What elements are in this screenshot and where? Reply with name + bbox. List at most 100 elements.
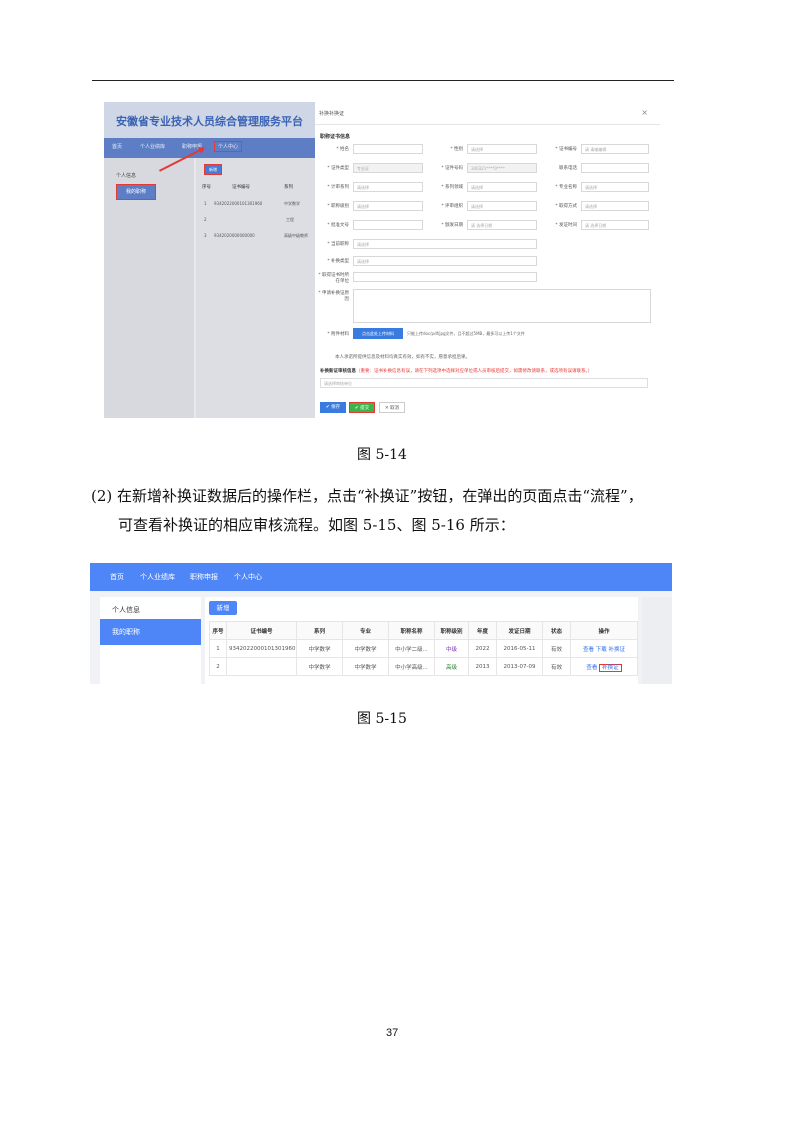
view-link[interactable]: 查看 [583, 647, 594, 653]
gender-select[interactable]: 请选择 [467, 144, 537, 154]
caption-figure-5-15: 图 5-15 [357, 711, 407, 727]
label-region: * 补换类型 [327, 259, 349, 264]
table-row: 2 中学数学 中学数学 中小学高级... 高级 2013 2013-07-09 … [209, 657, 638, 676]
title-list-panel: 新增 序号 证书编号 系列 专业 职称名称 职称级别 年度 发证日期 状态 操作 [205, 597, 638, 684]
id-type-select[interactable]: 专业证 [353, 163, 423, 173]
row3-series: 高级中级教师 [284, 233, 308, 238]
review-org-select[interactable]: 请选择 [467, 201, 537, 211]
nav-personal-center[interactable]: 个人中心 [214, 141, 243, 152]
label-series: * 计审系列 [327, 185, 349, 190]
nav-bar: 首页 个人业绩库 职称申报 个人中心 [104, 138, 315, 158]
audit-note: （重要：证书补换信息有误，请在下列选项中选择对应单位或人员审核后提交，如需修改请… [356, 369, 593, 374]
col-header-series: 系列 [284, 185, 293, 190]
level-select[interactable]: 请选择 [353, 201, 423, 211]
commitment-checkbox[interactable]: 本人承诺所提供信息及材料均真实有效，如有不实，愿意承担后果。 [335, 354, 470, 360]
label-major: * 专业名称 [555, 185, 577, 190]
row1-series: 中学数学 [284, 201, 300, 206]
profession-select[interactable]: 请选择 [467, 182, 537, 192]
upload-hint: 只能上传doc/pdf/jpg文件，且不超过5MB，最多可以上传1个文件 [407, 331, 525, 336]
col-header-ops: 操作 [570, 621, 638, 640]
col-header-major: 专业 [342, 621, 389, 640]
label-id-no: * 证件号码 [441, 166, 463, 171]
sidebar: 个人信息 我的职称 [104, 158, 194, 418]
nav-personal-center[interactable]: 个人中心 [234, 572, 262, 582]
office-select[interactable]: 请选择 [353, 239, 537, 249]
figure-5-14-screenshot: 安徽省专业技术人员综合管理服务平台 首页 个人业绩库 职称申报 个人中心 个人信… [104, 102, 660, 418]
cancel-button[interactable]: ✕ 取消 [379, 402, 405, 413]
platform-banner: 安徽省专业技术人员综合管理服务平台 [104, 102, 315, 138]
col-header-date: 发证日期 [496, 621, 543, 640]
cell-status: 有效 [542, 639, 571, 658]
cell-series: 中学数学 [296, 639, 343, 658]
org-input[interactable] [353, 272, 537, 282]
col-header-status: 状态 [542, 621, 571, 640]
submit-button[interactable]: ✔ 提交 [349, 402, 375, 413]
audit-title: 补换新证审核信息 [320, 369, 356, 374]
col-header-no: 序号 [209, 621, 227, 640]
series-select[interactable]: 请选择 [353, 182, 423, 192]
label-review-org: * 评审组织 [441, 204, 463, 209]
row1-cert: 9342022000101301960 [214, 201, 263, 206]
cell-no: 1 [209, 639, 227, 658]
new-button[interactable]: 新增 [204, 164, 222, 175]
row2-series: 工程 [286, 217, 294, 222]
page-number: 37 [386, 1027, 399, 1039]
cell-level: 高级 [434, 657, 469, 676]
top-rule [92, 80, 674, 81]
audit-org-select[interactable]: 请选择审核单位 [320, 378, 648, 388]
major-select[interactable]: 请选择 [581, 182, 649, 192]
sidebar-item-my-title[interactable]: 我的职称 [116, 184, 156, 200]
upload-button[interactable]: 点击此处上传材料 [353, 328, 403, 339]
issue-org-select[interactable]: 请选择 [581, 201, 649, 211]
download-link[interactable]: 下载 [596, 647, 607, 653]
label-cert-no: * 证书编号 [555, 147, 577, 152]
label-get-time: * 发证时间 [555, 223, 577, 228]
replace-cert-link[interactable]: 补换证 [609, 647, 626, 653]
cell-title: 中小学高级... [388, 657, 435, 676]
cert-no-input[interactable]: 请 请输编辑 [581, 144, 649, 154]
label-issue-org: * 取得方式 [555, 204, 577, 209]
cell-year: 2013 [468, 657, 497, 676]
nav-home[interactable]: 首页 [112, 143, 122, 150]
title-table: 序号 证书编号 系列 专业 职称名称 职称级别 年度 发证日期 状态 操作 1 … [209, 621, 638, 676]
nav-achievements[interactable]: 个人业绩库 [140, 572, 175, 582]
name-input[interactable] [353, 144, 423, 154]
cell-level: 中级 [434, 639, 469, 658]
phone-input[interactable] [581, 163, 649, 173]
replace-cert-button-highlighted[interactable]: 补换证 [599, 663, 622, 672]
right-gutter [642, 597, 672, 684]
label-reason-org: * 取得证书时所在单位 [318, 273, 349, 284]
cell-title: 中小学二级... [388, 639, 435, 658]
cell-year: 2022 [468, 639, 497, 658]
new-button[interactable]: 新增 [209, 601, 237, 615]
approval-doc-input[interactable] [353, 220, 423, 230]
content-panel: 新增 序号 证书编号 系列 1 9342022000101301960 中学数学… [196, 158, 315, 418]
label-reason: * 申请补换证原因 [318, 291, 349, 302]
col-header-level: 职称级别 [434, 621, 469, 640]
nav-home[interactable]: 首页 [110, 572, 124, 582]
nav-achievements[interactable]: 个人业绩库 [140, 143, 165, 150]
sidebar-item-my-title[interactable]: 我的职称 [100, 619, 201, 645]
save-button[interactable]: ✔ 保存 [320, 402, 346, 413]
sidebar-item-personal-info[interactable]: 个人信息 [112, 605, 140, 615]
id-no-input[interactable]: 340321****0**** [467, 163, 537, 173]
row1-no: 1 [204, 201, 207, 206]
get-time-input[interactable]: 请 选择日期 [581, 220, 649, 230]
close-icon[interactable]: × [641, 108, 648, 117]
issue-date-input[interactable]: 请 选择日期 [467, 220, 537, 230]
section-title: 职称证书信息 [320, 134, 351, 140]
cell-ops: 查看 补换证 [570, 657, 638, 676]
cell-cert: 9342022000101301960 [226, 639, 297, 658]
label-id-type: * 证件类型 [327, 166, 349, 171]
col-header-year: 年度 [468, 621, 497, 640]
nav-bar: 首页 个人业绩库 职称申报 个人中心 [90, 563, 672, 591]
row2-no: 2 [204, 217, 207, 222]
label-approval-doc: * 批准文号 [327, 223, 349, 228]
view-link[interactable]: 查看 [586, 665, 597, 671]
sidebar-item-personal-info[interactable]: 个人信息 [116, 172, 136, 179]
reason-textarea[interactable] [353, 289, 651, 323]
region-select[interactable]: 请选择 [353, 256, 537, 266]
nav-title-apply[interactable]: 职称申报 [190, 572, 218, 582]
label-office: * 当前职称 [327, 242, 349, 247]
paragraph-line-1: (2) 在新增补换证数据后的操作栏，点击“补换证”按钮，在弹出的页面点击“流程”… [91, 487, 643, 505]
